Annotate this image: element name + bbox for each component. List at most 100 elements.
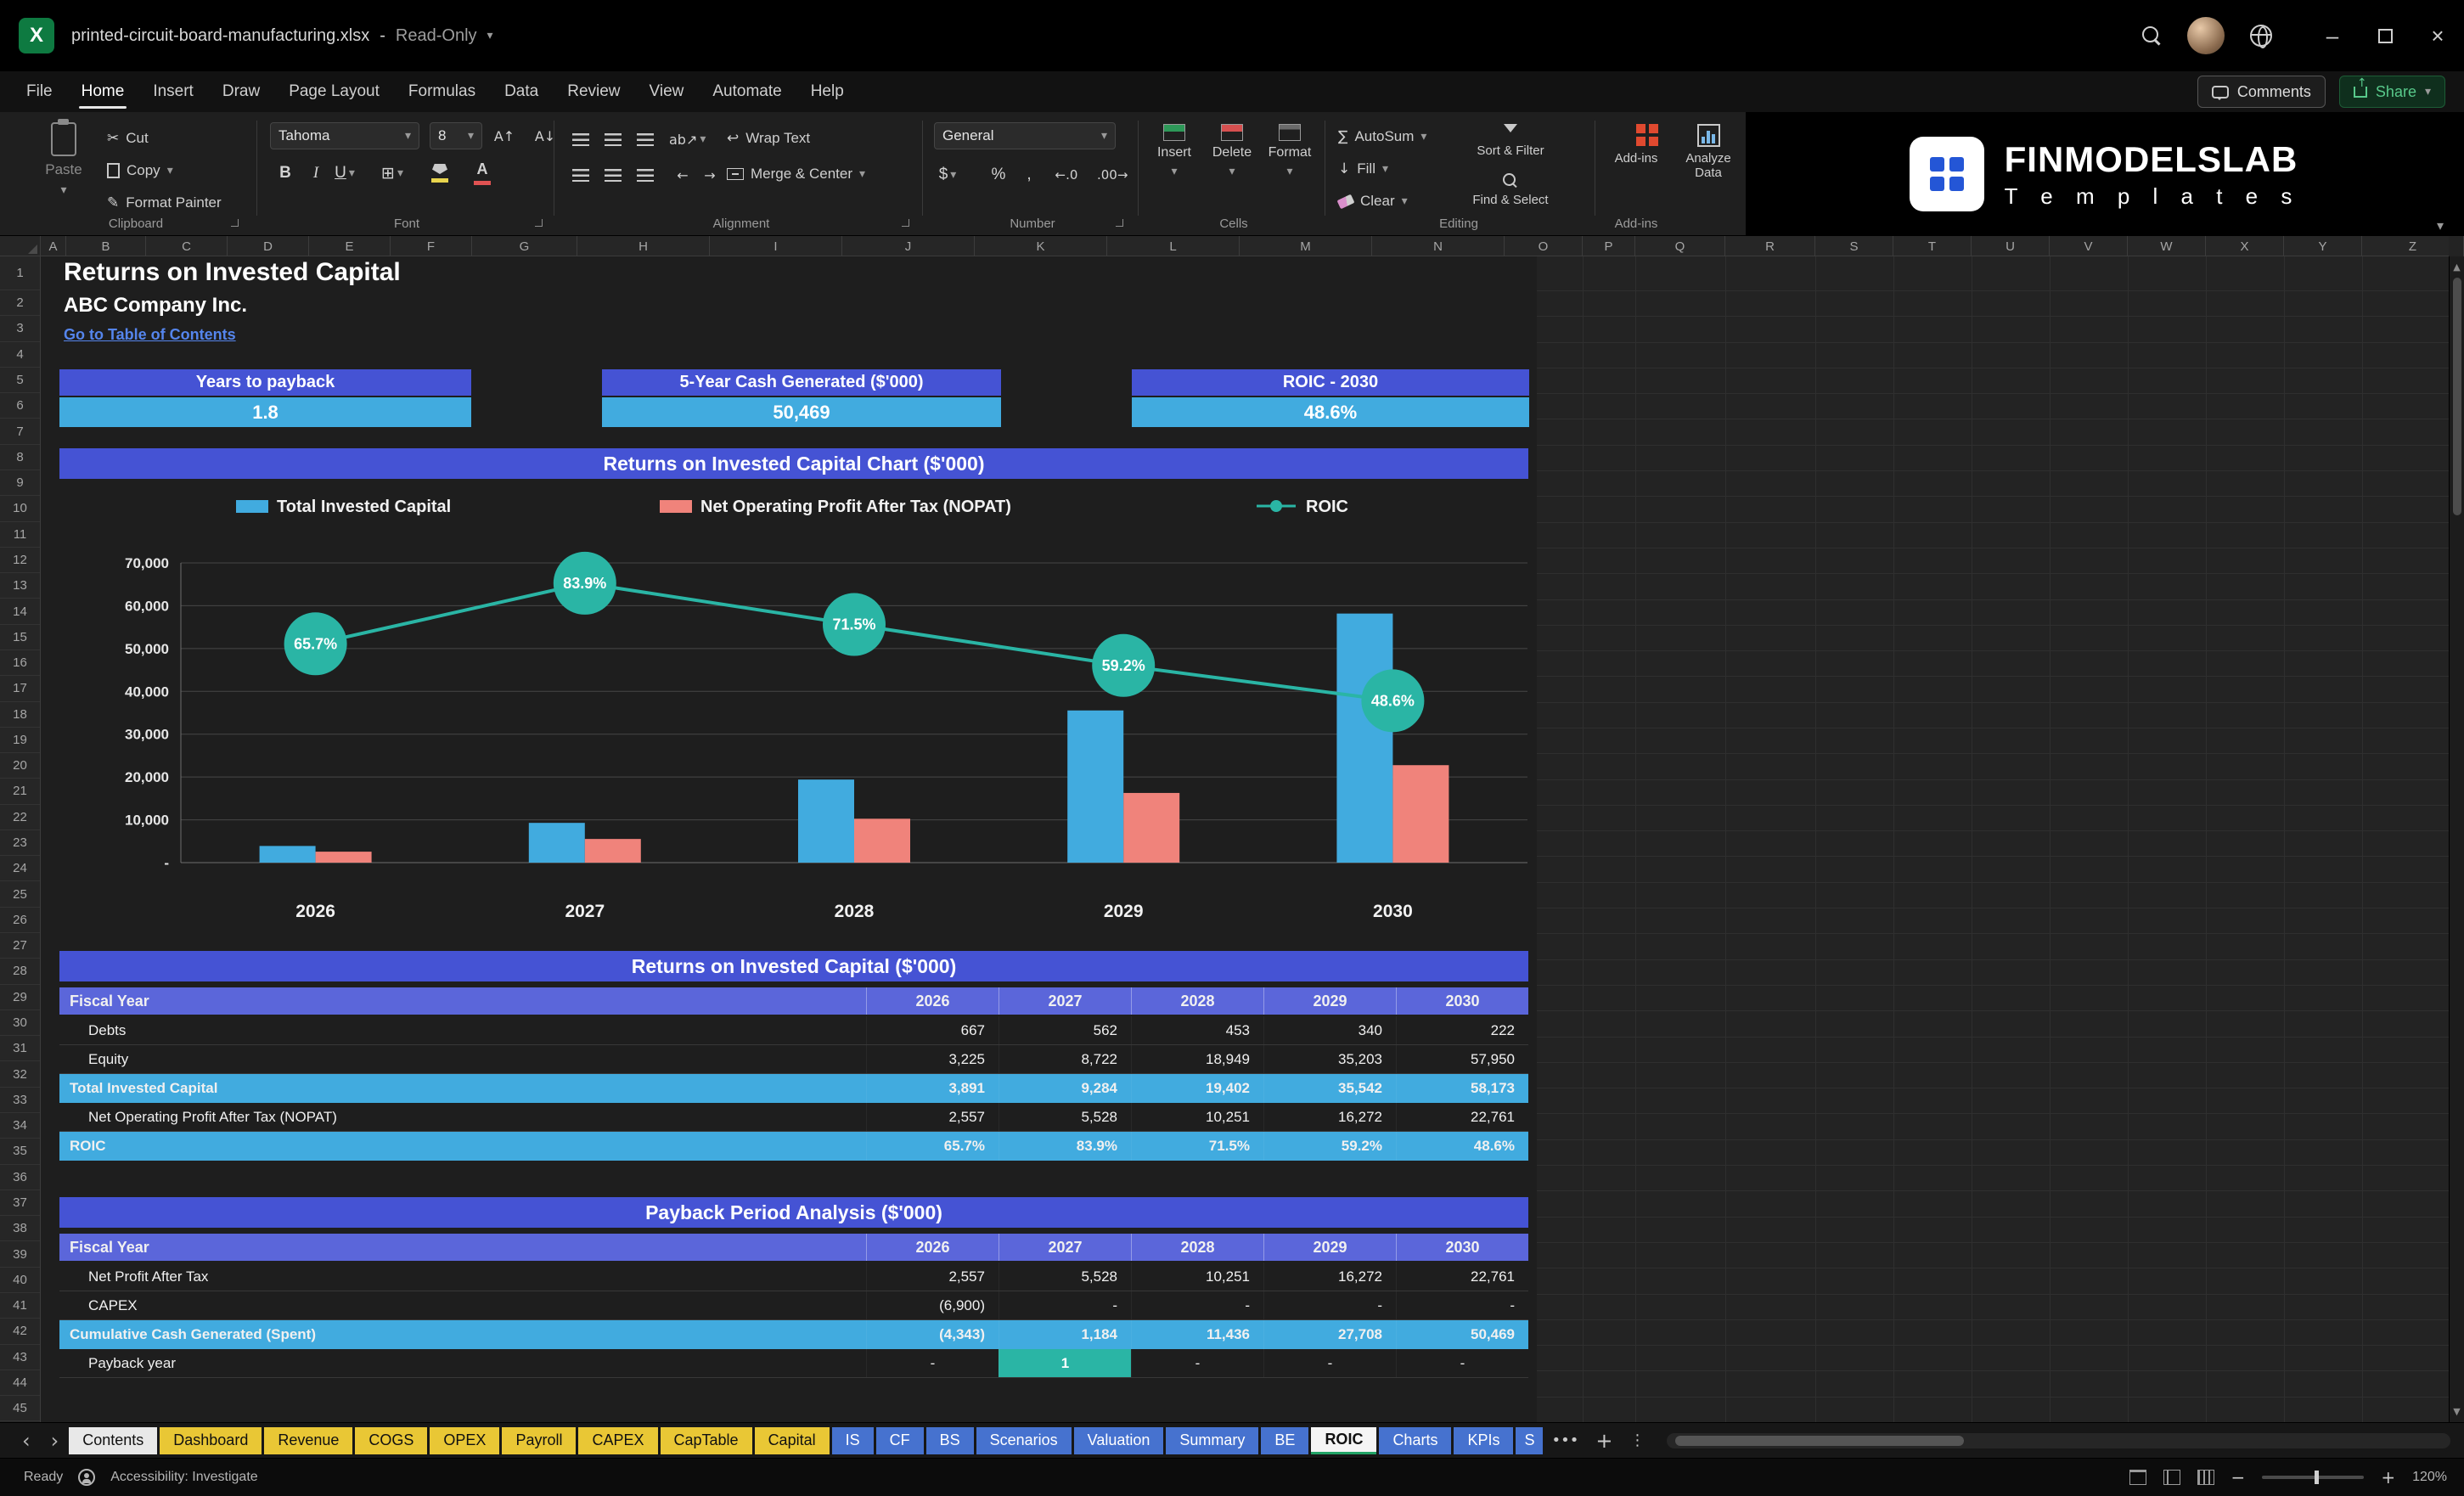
shrink-font-button[interactable]: A↓	[532, 122, 559, 149]
column-header-l[interactable]: L	[1107, 236, 1240, 256]
restore-button[interactable]	[2359, 0, 2411, 71]
sheet-tab-scenarios[interactable]: Scenarios	[976, 1426, 1072, 1454]
row-header-20[interactable]: 20	[0, 753, 40, 779]
search-icon[interactable]	[2141, 25, 2162, 46]
row-header-16[interactable]: 16	[0, 650, 40, 677]
accounting-format-button[interactable]: $ ▾	[934, 161, 961, 188]
column-header-t[interactable]: T	[1893, 236, 1972, 256]
readonly-chevron-icon[interactable]: ▾	[487, 29, 493, 42]
sheet-tab-capital[interactable]: Capital	[754, 1426, 830, 1454]
menu-tab-file[interactable]: File	[12, 71, 67, 112]
zoom-slider-thumb[interactable]	[2315, 1471, 2320, 1484]
column-header-i[interactable]: I	[710, 236, 842, 256]
column-header-w[interactable]: W	[2128, 236, 2206, 256]
column-header-a[interactable]: A	[41, 236, 66, 256]
normal-view-icon[interactable]	[2129, 1470, 2146, 1485]
column-header-s[interactable]: S	[1815, 236, 1893, 256]
column-header-d[interactable]: D	[228, 236, 309, 256]
row-header-25[interactable]: 25	[0, 881, 40, 908]
column-header-u[interactable]: U	[1972, 236, 2050, 256]
column-header-g[interactable]: G	[472, 236, 577, 256]
column-header-v[interactable]: V	[2050, 236, 2128, 256]
sheet-tab-payroll[interactable]: Payroll	[502, 1426, 577, 1454]
column-header-b[interactable]: B	[66, 236, 146, 256]
horizontal-scrollbar[interactable]	[1667, 1432, 2450, 1448]
column-header-j[interactable]: J	[842, 236, 975, 256]
row-header-9[interactable]: 9	[0, 470, 40, 497]
row-header-3[interactable]: 3	[0, 316, 40, 342]
row-header-14[interactable]: 14	[0, 599, 40, 625]
column-header-r[interactable]: R	[1725, 236, 1815, 256]
format-cells-button[interactable]: Format ▾	[1263, 124, 1316, 178]
spreadsheet-canvas[interactable]: Returns on Invested Capital ABC Company …	[41, 256, 2449, 1422]
row-header-4[interactable]: 4	[0, 342, 40, 368]
paste-button[interactable]: Paste ▾	[31, 119, 97, 197]
align-bottom-button[interactable]	[632, 126, 659, 153]
row-header-35[interactable]: 35	[0, 1139, 40, 1165]
column-header-c[interactable]: C	[146, 236, 228, 256]
tab-overflow-button[interactable]: •••	[1543, 1431, 1587, 1449]
sheet-tab-bs[interactable]: BS	[925, 1426, 974, 1454]
scroll-up-icon[interactable]: ▲	[2453, 256, 2460, 278]
find-select-button[interactable]: Find & Select	[1464, 173, 1557, 207]
menu-tab-help[interactable]: Help	[796, 71, 858, 112]
row-header-6[interactable]: 6	[0, 393, 40, 419]
avatar[interactable]	[2187, 17, 2225, 54]
globe-icon[interactable]	[2250, 25, 2272, 48]
row-header-2[interactable]: 2	[0, 290, 40, 317]
column-header-q[interactable]: Q	[1635, 236, 1725, 256]
merge-center-button[interactable]: Merge & Center ▾	[727, 161, 865, 187]
row-header-26[interactable]: 26	[0, 908, 40, 934]
menu-tab-home[interactable]: Home	[67, 71, 139, 112]
sheet-tab-be[interactable]: BE	[1261, 1426, 1309, 1454]
column-header-k[interactable]: K	[975, 236, 1107, 256]
row-header-10[interactable]: 10	[0, 496, 40, 522]
row-header-11[interactable]: 11	[0, 522, 40, 548]
sheet-tab-charts[interactable]: Charts	[1379, 1426, 1452, 1454]
row-header-13[interactable]: 13	[0, 573, 40, 599]
menu-tab-review[interactable]: Review	[553, 71, 634, 112]
column-header-h[interactable]: H	[577, 236, 710, 256]
sheet-tab-s[interactable]: S	[1516, 1426, 1544, 1454]
page-break-view-icon[interactable]	[2197, 1470, 2214, 1485]
vertical-scroll-thumb[interactable]	[2452, 278, 2461, 515]
row-header-40[interactable]: 40	[0, 1268, 40, 1293]
sheet-tab-cf[interactable]: CF	[875, 1426, 924, 1454]
toc-link[interactable]: Go to Table of Contents	[64, 326, 236, 344]
readonly-badge[interactable]: Read-Only	[396, 26, 477, 46]
sheet-tab-captable[interactable]: CapTable	[660, 1426, 752, 1454]
sheet-tab-kpis[interactable]: KPIs	[1454, 1426, 1514, 1454]
accessibility-icon[interactable]	[78, 1469, 96, 1486]
copy-button[interactable]: Copy ▾	[107, 158, 173, 183]
close-button[interactable]: ×	[2411, 0, 2464, 71]
sheet-tab-roic[interactable]: ROIC	[1311, 1426, 1377, 1454]
row-header-15[interactable]: 15	[0, 625, 40, 650]
all-sheets-button[interactable]: ⋮	[1621, 1431, 1653, 1449]
share-button[interactable]: Share ▾	[2338, 76, 2445, 108]
row-header-27[interactable]: 27	[0, 933, 40, 959]
row-header-5[interactable]: 5	[0, 368, 40, 394]
new-sheet-button[interactable]: +	[1587, 1429, 1621, 1453]
sheet-tab-cogs[interactable]: COGS	[355, 1426, 428, 1454]
alignment-dialog-launcher[interactable]	[902, 219, 909, 227]
row-header-18[interactable]: 18	[0, 702, 40, 728]
minimize-button[interactable]: –	[2306, 0, 2359, 71]
accessibility-status[interactable]: Accessibility: Investigate	[110, 1470, 257, 1485]
bold-button[interactable]: B	[272, 160, 299, 187]
tabs-scroll-left-icon[interactable]: ‹	[12, 1429, 41, 1453]
increase-decimal-button[interactable]: ←.0	[1053, 161, 1080, 188]
fill-button[interactable]: ↓ Fill ▾	[1338, 156, 1388, 182]
menu-tab-page-layout[interactable]: Page Layout	[274, 71, 394, 112]
row-header-30[interactable]: 30	[0, 1010, 40, 1037]
sheet-tab-summary[interactable]: Summary	[1166, 1426, 1259, 1454]
orientation-button[interactable]: ab↗ ▾	[669, 126, 706, 153]
align-center-button[interactable]	[599, 161, 627, 188]
row-header-21[interactable]: 21	[0, 779, 40, 805]
menu-tab-automate[interactable]: Automate	[698, 71, 796, 112]
decrease-indent-button[interactable]: ←	[669, 161, 696, 188]
menu-tab-draw[interactable]: Draw	[208, 71, 274, 112]
wrap-text-button[interactable]: ↩ Wrap Text	[727, 126, 810, 151]
row-header-28[interactable]: 28	[0, 959, 40, 985]
sort-filter-button[interactable]: Sort & Filter	[1464, 124, 1557, 158]
align-top-button[interactable]	[567, 126, 594, 153]
